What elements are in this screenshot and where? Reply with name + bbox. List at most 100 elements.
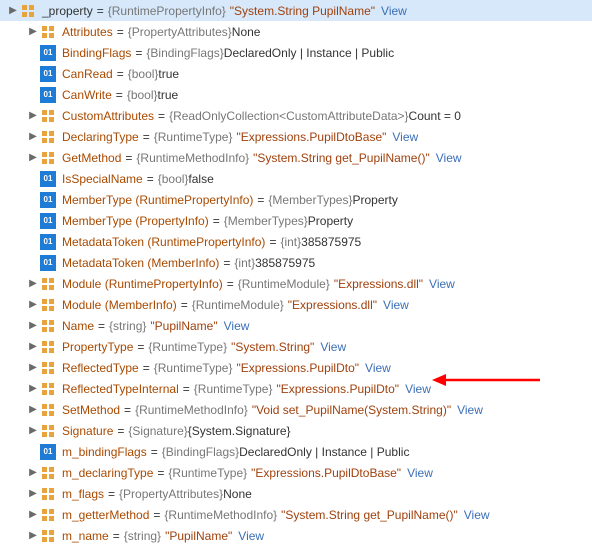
property-name: MemberType (PropertyInfo) [62, 214, 209, 228]
property-value: None [232, 25, 261, 39]
expand-toggle[interactable]: ▶ [26, 341, 40, 352]
expand-toggle[interactable]: ▶ [26, 488, 40, 499]
root-type: {RuntimePropertyInfo} [108, 4, 226, 18]
property-value: "Expressions.PupilDtoBase" [251, 466, 401, 480]
property-row[interactable]: ▶01CanWrite={bool} true [0, 84, 592, 105]
property-row[interactable]: ▶01MemberType (PropertyInfo)={MemberType… [0, 210, 592, 231]
equals-sign: = [151, 445, 158, 459]
property-row[interactable]: ▶Module (RuntimePropertyInfo)={RuntimeMo… [0, 273, 592, 294]
expand-toggle[interactable]: ▶ [26, 152, 40, 163]
expand-toggle[interactable]: ▶ [26, 110, 40, 121]
property-value: 385875975 [255, 256, 315, 270]
expand-toggle[interactable]: ▶ [26, 362, 40, 373]
equals-sign: = [125, 151, 132, 165]
property-row[interactable]: ▶DeclaringType={RuntimeType}"Expressions… [0, 126, 592, 147]
property-name: m_bindingFlags [62, 445, 147, 459]
property-name: ReflectedType [62, 361, 139, 375]
view-link[interactable]: View [429, 277, 455, 291]
view-link[interactable]: View [436, 151, 462, 165]
property-row[interactable]: ▶01MemberType (RuntimePropertyInfo)={Mem… [0, 189, 592, 210]
equals-sign: = [124, 403, 131, 417]
expand-toggle[interactable]: ▶ [26, 383, 40, 394]
property-type: {string} [109, 319, 146, 333]
property-icon: 01 [40, 171, 56, 187]
view-link[interactable]: View [224, 319, 250, 333]
expand-toggle[interactable]: ▶ [26, 509, 40, 520]
expand-toggle[interactable]: ▶ [26, 467, 40, 478]
equals-sign: = [117, 25, 124, 39]
property-row[interactable]: ▶Attributes={PropertyAttributes} None [0, 21, 592, 42]
property-name: CanWrite [62, 88, 112, 102]
property-row[interactable]: ▶m_getterMethod={RuntimeMethodInfo}"Syst… [0, 504, 592, 525]
expand-toggle[interactable]: ▶ [26, 26, 40, 37]
property-value: "PupilName" [165, 529, 232, 543]
expand-toggle[interactable]: ▶ [26, 320, 40, 331]
property-name: IsSpecialName [62, 172, 143, 186]
property-row[interactable]: ▶01MetadataToken (MemberInfo)={int} 3858… [0, 252, 592, 273]
view-link[interactable]: View [464, 508, 490, 522]
view-link[interactable]: View [365, 361, 391, 375]
property-value: DeclaredOnly | Instance | Public [224, 46, 394, 60]
view-link[interactable]: View [457, 403, 483, 417]
property-row[interactable]: ▶m_flags={PropertyAttributes} None [0, 483, 592, 504]
expand-toggle[interactable]: ▶ [26, 530, 40, 541]
view-link[interactable]: View [320, 340, 346, 354]
property-icon: 01 [40, 444, 56, 460]
expand-toggle[interactable]: ▶ [26, 131, 40, 142]
property-row[interactable]: ▶Module (MemberInfo)={RuntimeModule}"Exp… [0, 294, 592, 315]
equals-sign: = [147, 172, 154, 186]
property-row[interactable]: ▶01m_bindingFlags={BindingFlags} Declare… [0, 441, 592, 462]
expand-toggle[interactable]: ▶ [26, 425, 40, 436]
property-type: {bool} [128, 67, 159, 81]
property-value: "Expressions.PupilDtoBase" [236, 130, 386, 144]
property-icon: 01 [40, 66, 56, 82]
property-name: DeclaringType [62, 130, 139, 144]
property-type: {BindingFlags} [146, 46, 223, 60]
group-icon [40, 486, 56, 502]
property-row[interactable]: ▶ReflectedTypeInternal={RuntimeType}"Exp… [0, 378, 592, 399]
property-row[interactable]: ▶PropertyType={RuntimeType}"System.Strin… [0, 336, 592, 357]
property-value: "Expressions.PupilDto" [236, 361, 359, 375]
root-value: "System.String PupilName" [230, 4, 375, 18]
expand-toggle[interactable]: ▶ [26, 278, 40, 289]
property-value: true [158, 67, 179, 81]
property-icon: 01 [40, 192, 56, 208]
property-name: ReflectedTypeInternal [62, 382, 179, 396]
property-row[interactable]: ▶ReflectedType={RuntimeType}"Expressions… [0, 357, 592, 378]
view-link[interactable]: View [238, 529, 264, 543]
property-value: "PupilName" [150, 319, 217, 333]
property-value: DeclaredOnly | Instance | Public [239, 445, 409, 459]
equals-sign: = [98, 319, 105, 333]
property-row[interactable]: ▶m_name={string}"PupilName"View [0, 525, 592, 546]
view-link[interactable]: View [392, 130, 418, 144]
equals-sign: = [117, 424, 124, 438]
view-link[interactable]: View [383, 298, 409, 312]
view-link[interactable]: View [405, 382, 431, 396]
expand-toggle[interactable]: ▶ [26, 299, 40, 310]
equals-sign: = [223, 256, 230, 270]
property-type: {PropertyAttributes} [119, 487, 223, 501]
property-row[interactable]: ▶01BindingFlags={BindingFlags} DeclaredO… [0, 42, 592, 63]
property-row[interactable]: ▶m_declaringType={RuntimeType}"Expressio… [0, 462, 592, 483]
property-row[interactable]: ▶GetMethod={RuntimeMethodInfo}"System.St… [0, 147, 592, 168]
property-type: {RuntimeModule} [192, 298, 284, 312]
expand-toggle[interactable]: ▶ [6, 5, 20, 16]
property-name: m_declaringType [62, 466, 153, 480]
view-link[interactable]: View [381, 4, 407, 18]
view-link[interactable]: View [407, 466, 433, 480]
property-row[interactable]: ▶01CanRead={bool} true [0, 63, 592, 84]
equals-sign: = [227, 277, 234, 291]
property-row[interactable]: ▶Name={string}"PupilName"View [0, 315, 592, 336]
property-row[interactable]: ▶CustomAttributes={ReadOnlyCollection<Cu… [0, 105, 592, 126]
property-row[interactable]: ▶Signature={Signature} {System.Signature… [0, 420, 592, 441]
root-property-row[interactable]: ▶ _property = {RuntimePropertyInfo} "Sys… [0, 0, 592, 21]
property-name: BindingFlags [62, 46, 131, 60]
expand-toggle[interactable]: ▶ [26, 404, 40, 415]
group-icon [40, 360, 56, 376]
property-row[interactable]: ▶01IsSpecialName={bool} false [0, 168, 592, 189]
property-row[interactable]: ▶SetMethod={RuntimeMethodInfo}"Void set_… [0, 399, 592, 420]
property-value: "System.String get_PupilName()" [281, 508, 458, 522]
property-value: {System.Signature} [188, 424, 291, 438]
property-row[interactable]: ▶01MetadataToken (RuntimePropertyInfo)={… [0, 231, 592, 252]
equals-sign: = [213, 214, 220, 228]
